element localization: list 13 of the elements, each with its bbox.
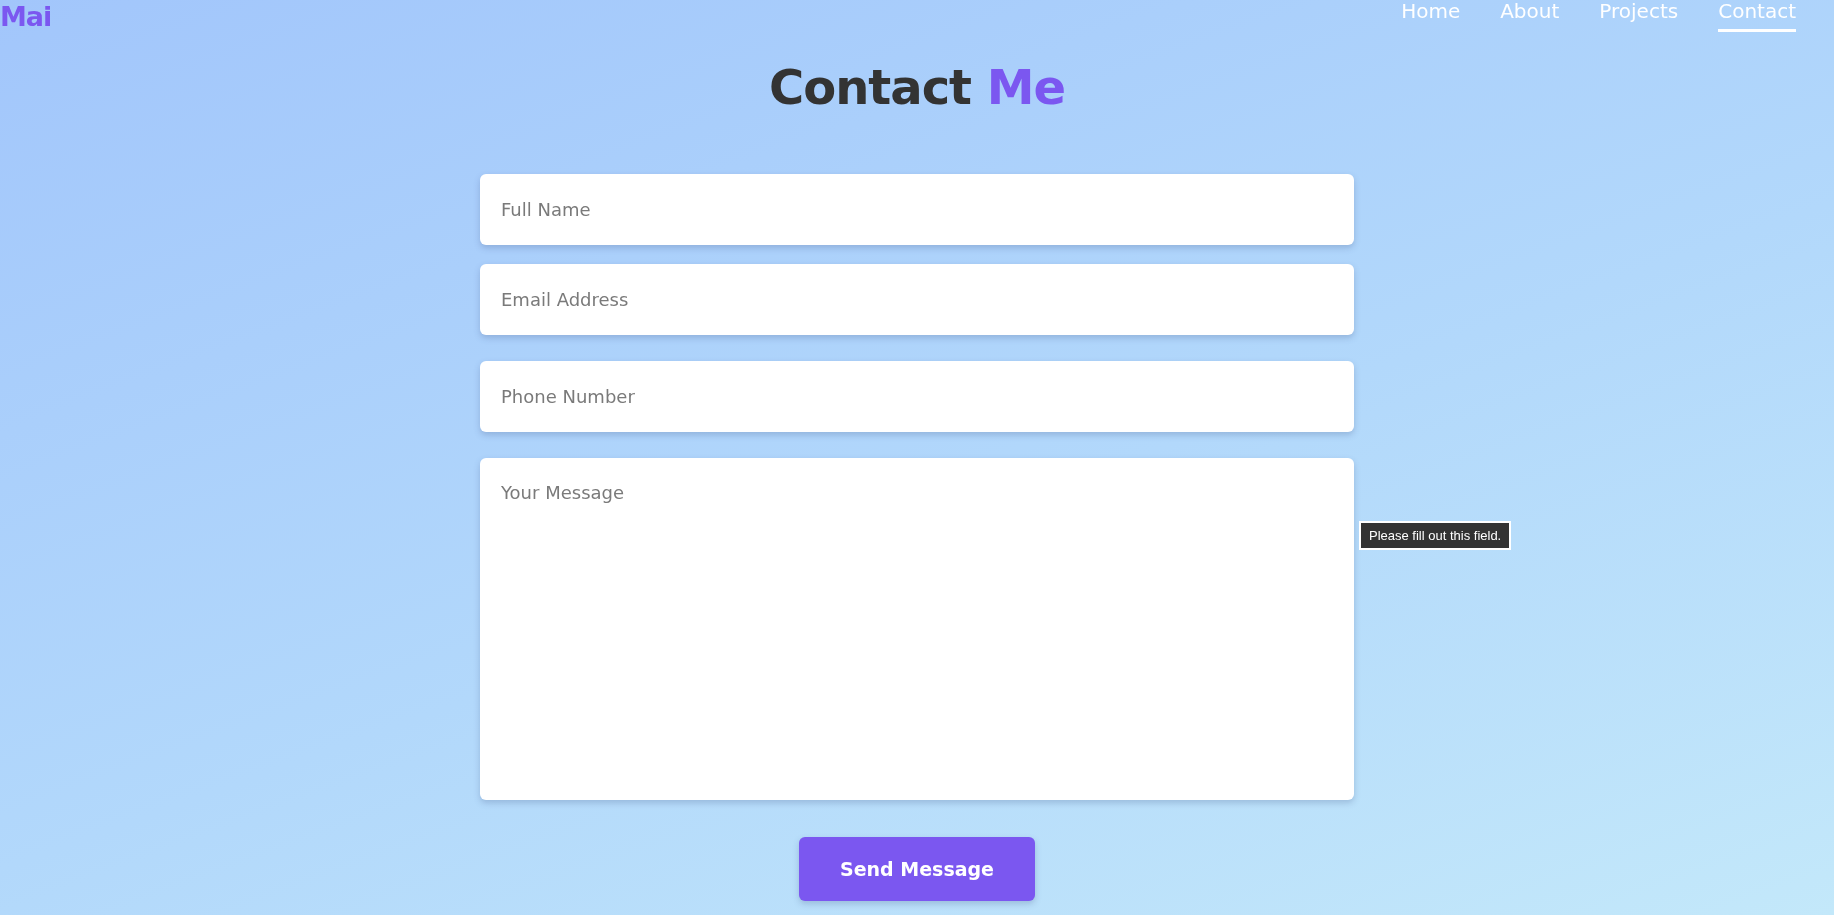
nav-link[interactable]: Contact xyxy=(1718,0,1796,32)
message-field[interactable]: Your Message xyxy=(480,458,1354,800)
nav-link[interactable]: About xyxy=(1500,0,1560,32)
send-button[interactable]: Send Message xyxy=(799,837,1035,901)
validation-tooltip: Please fill out this field. xyxy=(1359,521,1512,550)
page-title-highlight: Me xyxy=(986,59,1066,115)
nav-link[interactable]: Home xyxy=(1401,0,1461,32)
text-field[interactable]: Phone Number xyxy=(480,361,1354,432)
text-field[interactable]: Email Address xyxy=(480,264,1354,335)
text-field[interactable]: Full Name xyxy=(480,174,1354,245)
logo[interactable]: Mai xyxy=(0,0,52,34)
page-title: Contact xyxy=(768,59,972,115)
nav-link[interactable]: Projects xyxy=(1599,0,1679,32)
